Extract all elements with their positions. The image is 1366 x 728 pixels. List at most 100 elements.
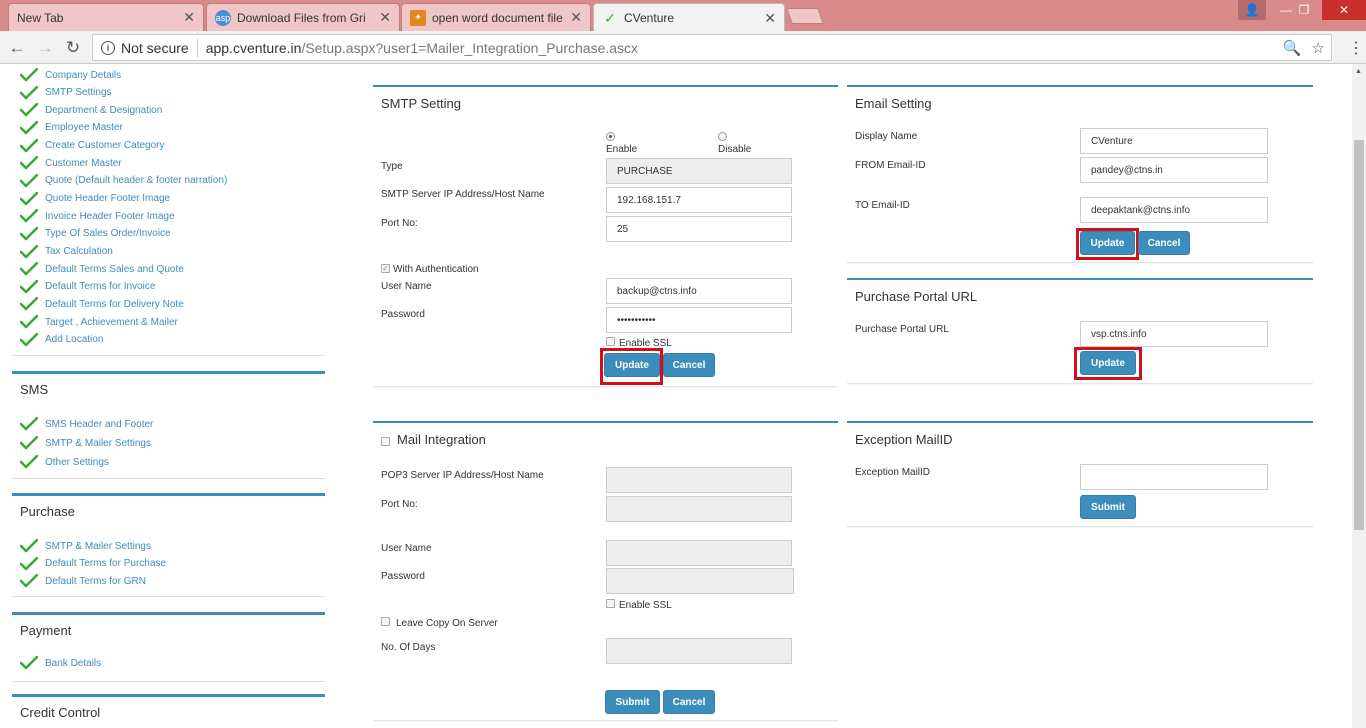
scroll-up-icon[interactable]: ▲: [1355, 68, 1362, 75]
pop3-input[interactable]: [606, 467, 792, 493]
checkmark-icon: [20, 279, 38, 294]
back-arrow-icon[interactable]: ←: [6, 37, 28, 59]
user-name-input[interactable]: backup@ctns.info: [606, 278, 792, 304]
sidebar-item-label: Department & Designation: [45, 104, 163, 116]
sidebar-item[interactable]: Default Terms for Delivery Note: [20, 297, 184, 311]
sidebar-item[interactable]: Bank Details: [20, 656, 101, 670]
info-icon[interactable]: i: [101, 40, 115, 55]
sidebar-item[interactable]: Target , Achievement & Mailer: [20, 315, 178, 329]
display-name-input[interactable]: CVenture: [1080, 128, 1268, 154]
authentication-checkbox[interactable]: ✓: [381, 264, 390, 273]
mail-submit-button[interactable]: Submit: [605, 690, 660, 714]
sidebar-item-label: SMTP Settings: [45, 87, 112, 99]
smtp-update-button[interactable]: Update: [604, 353, 660, 377]
smtp-cancel-button[interactable]: Cancel: [663, 353, 715, 377]
address-toolbar: ← → ↻ i Not secure app.cventure.in /Setu…: [0, 31, 1366, 64]
sidebar-item[interactable]: Invoice Header Footer Image: [20, 209, 175, 223]
sidebar-item-label: Tax Calculation: [45, 246, 113, 257]
close-icon[interactable]: ✕: [570, 9, 582, 26]
sidebar-item[interactable]: Quote Header Footer Image: [20, 191, 170, 206]
port-input[interactable]: [606, 496, 792, 522]
password-input[interactable]: •••••••••••: [606, 307, 792, 333]
enable-ssl-checkbox[interactable]: [606, 599, 615, 608]
sidebar-item-label: Default Terms for GRN: [45, 575, 146, 587]
password-label: Password: [381, 309, 425, 320]
sidebar-item[interactable]: Customer Master: [20, 156, 122, 170]
port-label: Port No:: [381, 499, 418, 510]
password-input[interactable]: [606, 568, 794, 594]
tab-open-word[interactable]: ✦ open word document file ✕: [401, 3, 591, 31]
panel-title: Purchase: [20, 504, 75, 519]
restore-icon[interactable]: ❐: [1290, 0, 1318, 20]
enable-ssl-label: Enable SSL: [619, 600, 672, 611]
display-name-label: Display Name: [855, 131, 918, 142]
close-icon[interactable]: ✕: [379, 9, 391, 26]
enable-ssl-checkbox[interactable]: [606, 337, 615, 346]
page-scrollbar[interactable]: ▲: [1352, 64, 1366, 728]
purchase-portal-box: Purchase Portal URL Purchase Portal URL …: [847, 278, 1313, 384]
tab-cventure[interactable]: ✓ CVenture ✕: [593, 3, 785, 32]
user-name-input[interactable]: [606, 540, 792, 566]
new-tab-button[interactable]: [786, 8, 824, 24]
portal-url-input[interactable]: vsp.ctns.info: [1080, 321, 1268, 347]
sidebar-item[interactable]: Tax Calculation: [20, 244, 113, 259]
disable-radio[interactable]: [718, 132, 727, 141]
checkmark-icon: [20, 120, 38, 135]
sidebar-item[interactable]: Company Details: [20, 68, 121, 82]
sidebar-settings-panel: Company Details SMTP Settings Department &…: [12, 64, 325, 356]
user-name-label: User Name: [381, 281, 432, 292]
mail-integration-checkbox[interactable]: [381, 437, 390, 446]
tab-new-tab[interactable]: New Tab ✕: [8, 3, 204, 31]
sidebar-item[interactable]: SMS Header and Footer: [20, 417, 153, 431]
window-close-icon[interactable]: ✕: [1322, 0, 1366, 20]
password-label: Password: [381, 571, 425, 582]
browser-menu-icon[interactable]: ⋮: [1348, 38, 1364, 58]
sidebar-item[interactable]: Default Terms Sales and Quote: [20, 262, 184, 276]
smtp-setting-box: SMTP Setting Enable Disable Type PURCHAS…: [373, 85, 838, 387]
sidebar-item[interactable]: Default Terms for Invoice: [20, 279, 155, 294]
port-label: Port No:: [381, 218, 418, 229]
zoom-icon[interactable]: 🔍: [1283, 39, 1302, 57]
email-cancel-button[interactable]: Cancel: [1138, 231, 1190, 255]
smtp-host-input[interactable]: 192.168.151.7: [606, 187, 792, 213]
sidebar-item[interactable]: SMTP & Mailer Settings: [20, 436, 151, 450]
sidebar-item[interactable]: Default Terms for GRN: [20, 574, 146, 588]
checkmark-icon: [20, 455, 38, 469]
sidebar-item[interactable]: SMTP & Mailer Settings: [20, 539, 151, 553]
sidebar-item[interactable]: Create Customer Category: [20, 138, 165, 153]
site-icon: ✦: [410, 9, 426, 26]
email-update-button[interactable]: Update: [1080, 231, 1135, 255]
close-icon[interactable]: ✕: [183, 9, 195, 26]
to-email-input[interactable]: deepaktank@ctns.info: [1080, 197, 1268, 223]
forward-arrow-icon[interactable]: →: [34, 37, 56, 59]
sidebar-item[interactable]: SMTP Settings: [20, 85, 112, 100]
bookmark-star-icon[interactable]: ☆: [1312, 39, 1325, 57]
panel-title: Credit Control: [20, 705, 101, 720]
sidebar-item[interactable]: Employee Master: [20, 120, 123, 135]
leave-copy-checkbox[interactable]: [381, 617, 390, 626]
user-icon[interactable]: 👤: [1238, 0, 1266, 20]
enable-radio[interactable]: [606, 132, 615, 141]
sidebar-item[interactable]: Add Location: [20, 332, 103, 347]
exception-mailid-input[interactable]: [1080, 464, 1268, 490]
mail-cancel-button[interactable]: Cancel: [663, 690, 715, 714]
sidebar-item[interactable]: Quote (Default header & footer narration…: [20, 173, 227, 188]
sidebar-item[interactable]: Department & Designation: [20, 103, 162, 117]
exception-submit-button[interactable]: Submit: [1080, 495, 1136, 519]
close-icon[interactable]: ✕: [764, 10, 776, 27]
from-email-input[interactable]: pandey@ctns.in: [1080, 157, 1268, 183]
sidebar-item[interactable]: Default Terms for Purchase: [20, 556, 166, 571]
days-label: No. Of Days: [381, 642, 436, 653]
reload-icon[interactable]: ↻: [62, 37, 84, 59]
scrollbar-thumb[interactable]: [1354, 140, 1364, 530]
portal-update-button[interactable]: Update: [1080, 351, 1136, 375]
sidebar-item[interactable]: Other Settings: [20, 455, 109, 469]
sidebar-item[interactable]: Type Of Sales Order/Invoice: [20, 226, 171, 241]
tab-download-files[interactable]: asp Download Files from Gri ✕: [206, 3, 400, 31]
days-input[interactable]: [606, 638, 792, 664]
address-bar[interactable]: i Not secure app.cventure.in /Setup.aspx…: [92, 34, 1332, 61]
port-input[interactable]: 25: [606, 216, 792, 242]
checkmark-icon: [20, 436, 38, 450]
sidebar-item-label: SMTP & Mailer Settings: [45, 437, 151, 449]
authentication-label: With Authentication: [393, 264, 479, 275]
